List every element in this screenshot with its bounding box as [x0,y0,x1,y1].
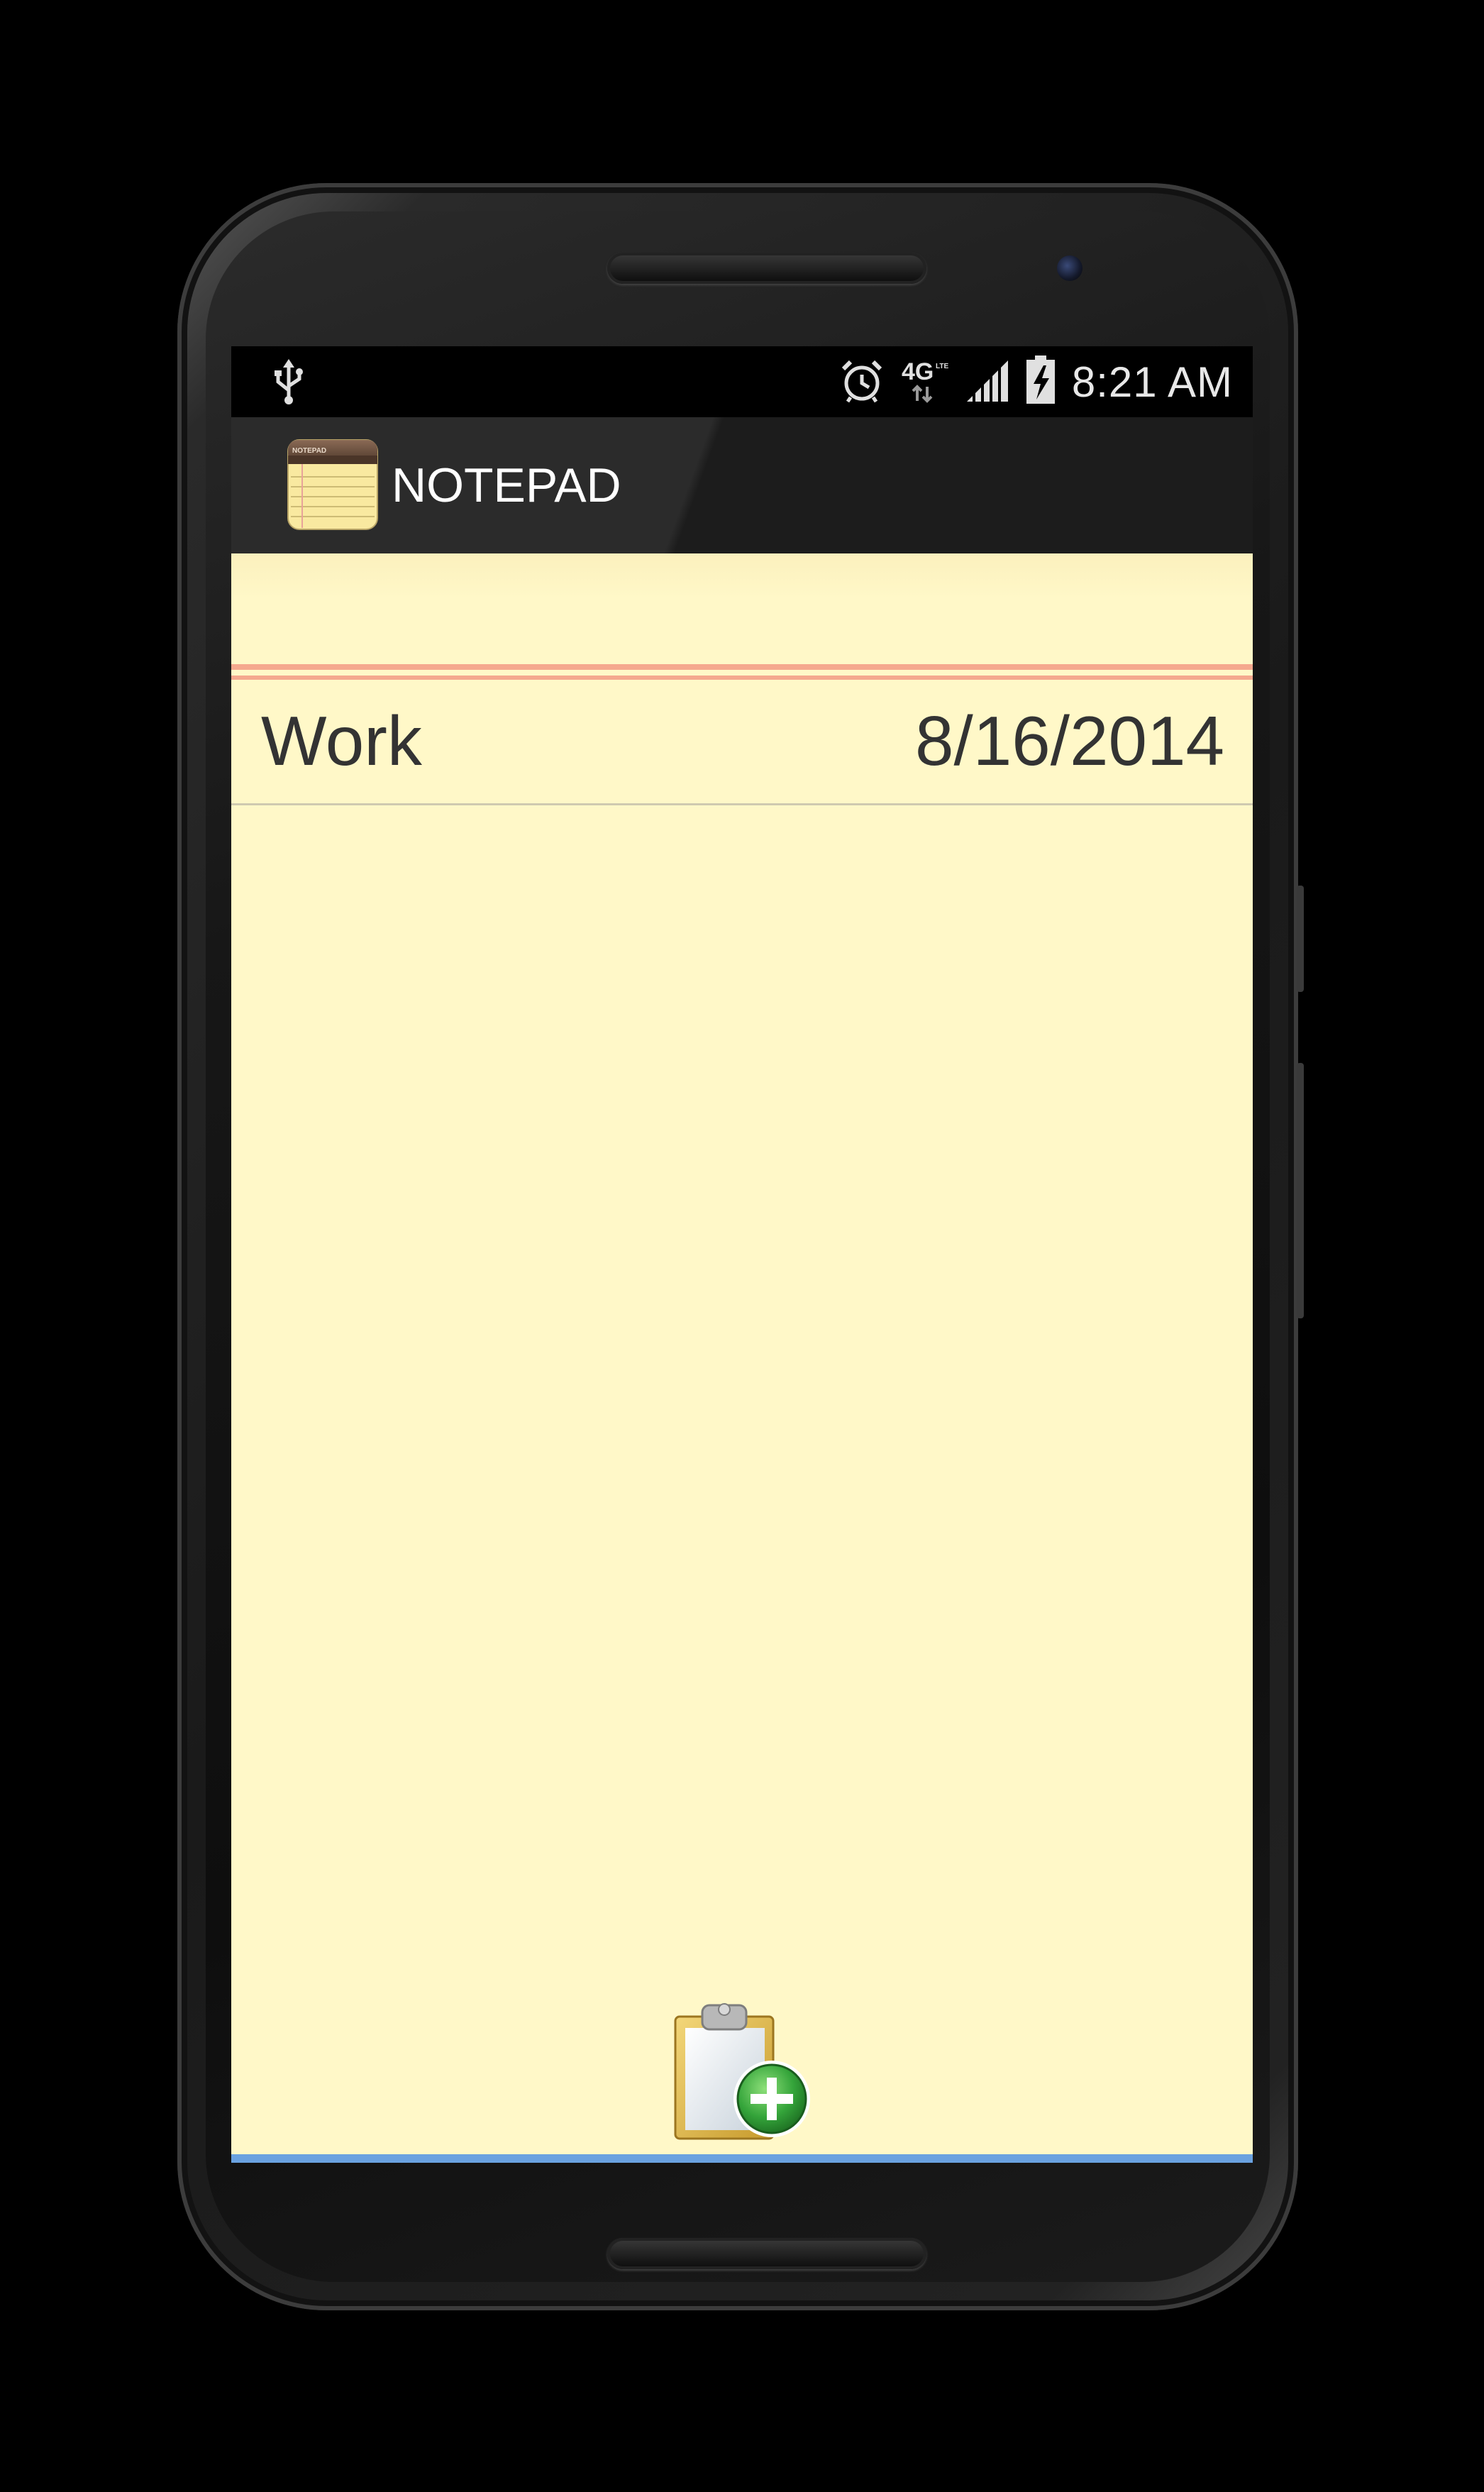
svg-text:LTE: LTE [936,363,948,370]
side-button-upper [1297,886,1304,992]
note-title: Work [261,702,422,780]
4g-lte-icon: 4G LTE [900,355,950,409]
app-icon-label: NOTEPAD [292,447,326,455]
screen: 4G LTE 8:21 AM NOTEPAD NOTEPAD Work 8/16… [231,346,1253,2163]
svg-text:4G: 4G [902,358,934,385]
status-time: 8:21 AM [1071,358,1233,406]
app-title: NOTEPAD [392,458,621,512]
front-camera [1057,255,1082,281]
device-frame: 4G LTE 8:21 AM NOTEPAD NOTEPAD Work 8/16… [0,0,1484,2492]
usb-icon [271,359,306,404]
status-icons: 4G LTE 8:21 AM [839,346,1233,417]
top-speaker [607,253,926,284]
side-button-lower [1297,1063,1304,1318]
status-bar: 4G LTE 8:21 AM [231,346,1253,417]
list-item[interactable]: Work 8/16/2014 [231,678,1253,805]
note-date: 8/16/2014 [915,702,1224,780]
clipboard-add-icon [674,2003,810,2140]
bottom-speaker [607,2238,926,2269]
margin-rule-top [231,664,1253,670]
battery-charging-icon [1025,355,1056,409]
bottom-accent-line [231,2154,1253,2163]
paper-header [231,553,1253,667]
action-bar: NOTEPAD NOTEPAD [231,417,1253,555]
alarm-icon [839,358,885,407]
note-list: Work 8/16/2014 [231,553,1253,2163]
add-note-button[interactable] [667,2001,814,2143]
signal-icon [965,358,1009,407]
notepad-app-icon[interactable]: NOTEPAD [287,439,379,531]
